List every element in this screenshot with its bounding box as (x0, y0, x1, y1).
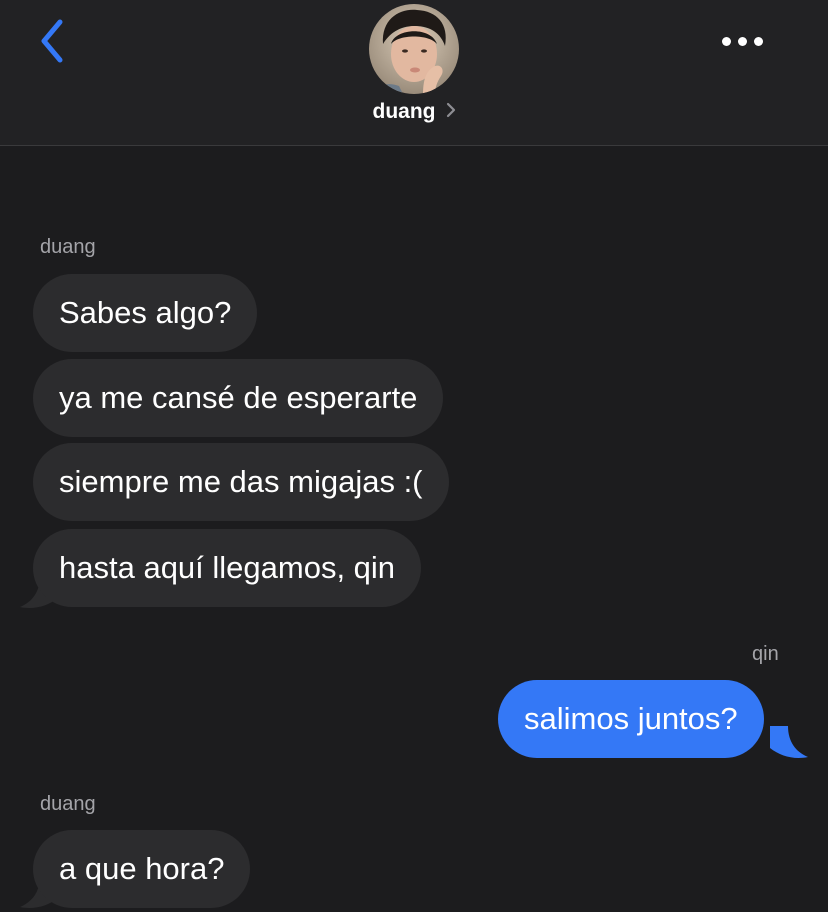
chevron-right-icon (446, 100, 456, 124)
incoming-message[interactable]: ya me cansé de esperarte (33, 359, 444, 437)
incoming-message[interactable]: hasta aquí llegamos, qin (33, 529, 422, 607)
bubble-tail (770, 726, 808, 758)
sender-label: qin (752, 643, 779, 665)
back-button[interactable] (30, 14, 78, 68)
sender-label: duang (40, 793, 96, 815)
more-options-button[interactable] (712, 24, 772, 58)
avatar[interactable] (369, 4, 459, 94)
incoming-message[interactable]: Sabes algo? (33, 274, 258, 352)
conversation-header: duang (0, 0, 828, 146)
messages-screen: duang duang Sabes algo? ya me cansé de e… (0, 0, 828, 912)
outgoing-message[interactable]: salimos juntos? (498, 680, 764, 758)
incoming-message[interactable]: siempre me das migajas :( (33, 443, 449, 521)
contact-name-button[interactable]: duang (0, 100, 828, 124)
ellipsis-icon (721, 36, 731, 46)
contact-name: duang (372, 100, 436, 123)
sender-label: duang (40, 236, 96, 258)
chevron-left-icon (41, 19, 63, 63)
incoming-message[interactable]: a que hora? (33, 830, 251, 908)
contact-photo (369, 4, 459, 94)
